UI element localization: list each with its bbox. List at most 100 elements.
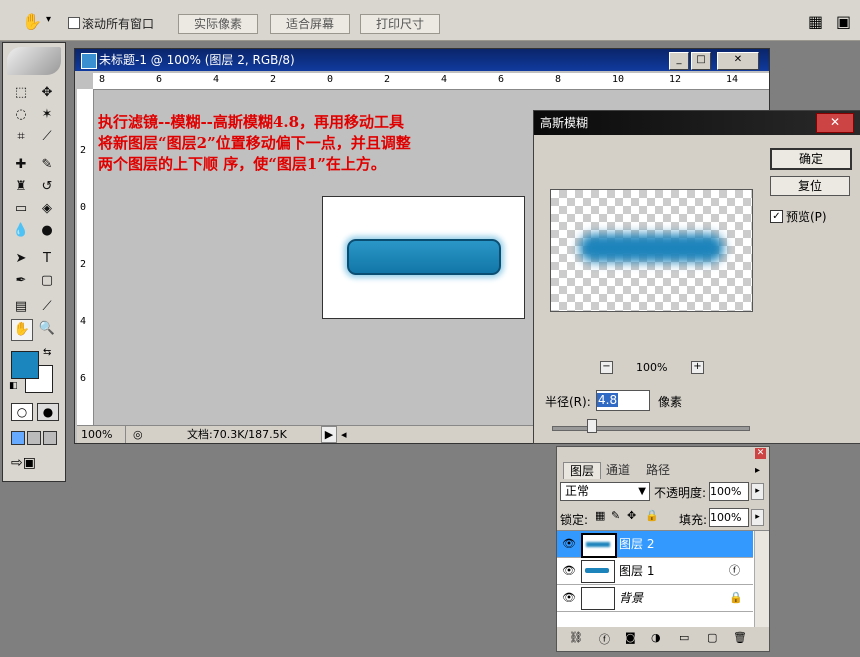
fill-arrow-icon[interactable]: ▸ bbox=[751, 509, 764, 526]
close-icon[interactable]: ✕ bbox=[816, 113, 854, 133]
layer-name: 图层 1 bbox=[619, 564, 655, 578]
pen-tool-icon[interactable]: ✒ bbox=[11, 271, 31, 291]
scroll-left-icon[interactable]: ◂ bbox=[341, 426, 347, 443]
minimize-icon[interactable]: _ bbox=[669, 52, 689, 70]
panel-close-icon[interactable]: ✕ bbox=[755, 448, 766, 459]
screen-mode-full-icon[interactable] bbox=[43, 431, 57, 445]
layers-list: 👁 图层 2 👁 图层 1 ⓕ 👁 背景 🔒 bbox=[557, 530, 769, 627]
visibility-eye-icon[interactable]: 👁 bbox=[562, 558, 578, 584]
visibility-eye-icon[interactable]: 👁 bbox=[562, 531, 578, 557]
magic-wand-icon[interactable]: ✶ bbox=[37, 105, 57, 125]
layer-row-1[interactable]: 👁 图层 1 ⓕ bbox=[557, 558, 753, 585]
tab-channels[interactable]: 通道 bbox=[601, 462, 635, 478]
palette-well-icon[interactable]: ▦ bbox=[808, 12, 823, 31]
eyedropper-icon[interactable]: ⟋ bbox=[37, 297, 57, 317]
ok-button[interactable]: 确定 bbox=[770, 148, 852, 170]
layer-row-2[interactable]: 👁 图层 2 bbox=[557, 531, 753, 558]
hand-tool-icon[interactable]: ✋ bbox=[11, 319, 33, 341]
history-brush-icon[interactable]: ↺ bbox=[37, 177, 57, 197]
opacity-arrow-icon[interactable]: ▸ bbox=[751, 483, 764, 500]
adjustment-layer-icon[interactable]: ◑ bbox=[651, 631, 661, 644]
preview-pane[interactable] bbox=[550, 189, 753, 312]
close-icon[interactable]: ✕ bbox=[717, 52, 759, 70]
fill-input[interactable]: 100% bbox=[709, 508, 749, 527]
tab-layers[interactable]: 图层 bbox=[563, 462, 601, 479]
new-layer-icon[interactable]: ▢ bbox=[707, 631, 717, 644]
blend-mode-select[interactable]: 正常 ▼ bbox=[560, 482, 650, 501]
new-group-icon[interactable]: ▭ bbox=[679, 631, 689, 644]
zoom-level[interactable]: 100% bbox=[81, 426, 126, 443]
lock-label: 锁定: bbox=[560, 513, 589, 527]
layer-style-icon[interactable]: ⓕ bbox=[729, 558, 740, 584]
lasso-tool-icon[interactable]: ◌ bbox=[11, 105, 31, 125]
print-size-button[interactable]: 打印尺寸 bbox=[360, 14, 440, 34]
path-select-icon[interactable]: ➤ bbox=[11, 249, 31, 269]
jump-to-imageready-icon[interactable]: ⇨▣ bbox=[11, 455, 36, 471]
radius-slider-track[interactable] bbox=[552, 426, 750, 431]
layer-row-background[interactable]: 👁 背景 🔒 bbox=[557, 585, 753, 612]
marquee-tool-icon[interactable]: ⬚ bbox=[11, 83, 31, 103]
vertical-ruler: 2 0 2 4 6 bbox=[77, 89, 94, 425]
radius-label: 半径(R): bbox=[545, 395, 591, 409]
palette-well-icon-2[interactable]: ▣ bbox=[836, 12, 851, 31]
add-style-icon[interactable]: ⓕ bbox=[599, 631, 610, 647]
screen-mode-full-menu-icon[interactable] bbox=[27, 431, 41, 445]
blend-mode-value: 正常 bbox=[565, 484, 590, 498]
panel-menu-icon[interactable]: ▸ bbox=[755, 465, 760, 476]
zoom-out-icon[interactable]: − bbox=[600, 361, 613, 374]
radius-unit: 像素 bbox=[658, 395, 683, 409]
document-title-bar[interactable]: 未标题-1 @ 100% (图层 2, RGB/8) _ □ ✕ bbox=[75, 49, 769, 71]
crop-tool-icon[interactable]: ⌗ bbox=[11, 127, 31, 147]
trash-icon[interactable]: 🗑 bbox=[733, 631, 747, 644]
instruction-line: 将新图层“图层2”位置移动偏下一点，并且调整 bbox=[98, 134, 411, 152]
radius-input[interactable]: 4.8 bbox=[596, 390, 650, 411]
blur-tool-icon[interactable]: 💧 bbox=[11, 221, 31, 241]
tool-preset-dropdown-icon[interactable]: ▾ bbox=[46, 14, 51, 25]
tab-paths[interactable]: 路径 bbox=[641, 462, 675, 478]
swap-colors-icon[interactable]: ⇆ bbox=[43, 347, 51, 358]
slice-tool-icon[interactable]: ⟋ bbox=[37, 127, 57, 147]
bucket-tool-icon[interactable]: ◈ bbox=[37, 199, 57, 219]
default-colors-icon[interactable]: ◧ bbox=[9, 381, 18, 391]
dialog-title-bar[interactable]: 高斯模糊 ✕ bbox=[534, 111, 860, 135]
lock-all-icon[interactable]: 🔒 bbox=[645, 509, 659, 522]
clone-stamp-icon[interactable]: ♜ bbox=[11, 177, 31, 197]
scroll-all-label: 滚动所有窗口 bbox=[82, 17, 155, 31]
layers-scrollbar[interactable] bbox=[754, 531, 769, 627]
document-canvas[interactable] bbox=[322, 196, 525, 319]
add-mask-icon[interactable]: ◙ bbox=[625, 631, 636, 644]
status-arrow-icon[interactable]: ▶ bbox=[321, 426, 337, 443]
zoom-tool-icon[interactable]: 🔍 bbox=[37, 319, 57, 339]
brush-tool-icon[interactable]: ✎ bbox=[37, 155, 57, 175]
standard-mode-icon[interactable]: ○ bbox=[11, 403, 33, 421]
foreground-color-swatch[interactable] bbox=[11, 351, 39, 379]
dodge-tool-icon[interactable]: ● bbox=[37, 221, 57, 241]
type-tool-icon[interactable]: T bbox=[37, 249, 57, 269]
ruler-tick: 6 bbox=[156, 74, 163, 85]
visibility-eye-icon[interactable]: 👁 bbox=[562, 585, 578, 611]
shape-tool-icon[interactable]: ▢ bbox=[37, 271, 57, 291]
lock-paint-icon[interactable]: ✎ bbox=[611, 509, 620, 522]
hand-tool-icon[interactable]: ✋ bbox=[22, 12, 42, 31]
layer-name: 图层 2 bbox=[619, 537, 655, 551]
fit-screen-button[interactable]: 适合屏幕 bbox=[270, 14, 350, 34]
scroll-all-checkbox[interactable] bbox=[68, 17, 80, 29]
eraser-tool-icon[interactable]: ▭ bbox=[11, 199, 31, 219]
move-tool-icon[interactable]: ✥ bbox=[37, 83, 57, 103]
document-size: 文档:70.3K/187.5K bbox=[187, 428, 287, 441]
healing-brush-icon[interactable]: ✚ bbox=[11, 155, 31, 175]
preview-checkbox[interactable]: ✓ bbox=[770, 210, 783, 223]
reset-button[interactable]: 复位 bbox=[770, 176, 850, 196]
maximize-icon[interactable]: □ bbox=[691, 52, 711, 70]
opacity-input[interactable]: 100% bbox=[709, 482, 749, 501]
lock-transparency-icon[interactable]: ▦ bbox=[595, 509, 605, 522]
link-layers-icon[interactable]: ⛓ bbox=[569, 631, 583, 644]
actual-pixels-button[interactable]: 实际像素 bbox=[178, 14, 258, 34]
screen-mode-icon[interactable] bbox=[11, 431, 25, 445]
status-menu-icon[interactable]: ◎ bbox=[133, 426, 143, 443]
radius-slider-thumb[interactable] bbox=[587, 419, 598, 433]
lock-move-icon[interactable]: ✥ bbox=[627, 509, 636, 522]
quickmask-mode-icon[interactable]: ● bbox=[37, 403, 59, 421]
zoom-in-icon[interactable]: + bbox=[691, 361, 704, 374]
notes-tool-icon[interactable]: ▤ bbox=[11, 297, 31, 317]
